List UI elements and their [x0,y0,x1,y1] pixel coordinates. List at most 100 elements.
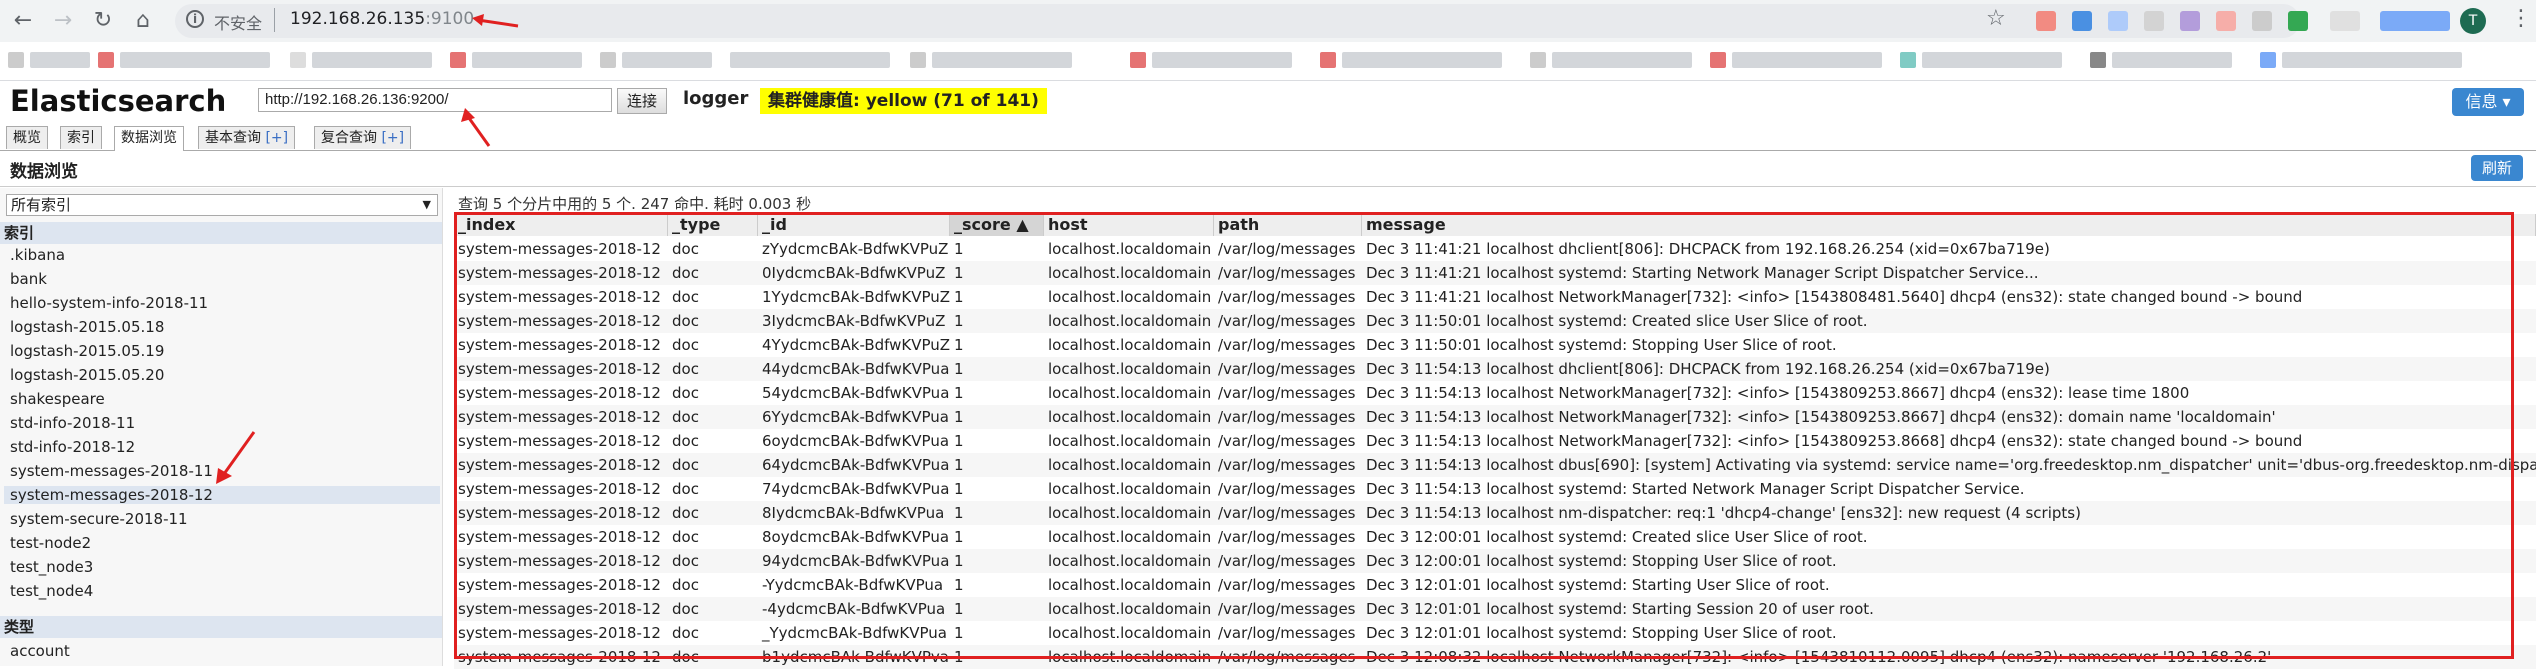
bookmark-item[interactable] [472,52,582,68]
bookmark-item[interactable] [30,52,90,68]
tab-add-icon[interactable]: [+] [381,130,404,146]
tab-data-browse[interactable]: 数据浏览 [114,126,184,151]
column-header-index[interactable]: _index [454,214,668,236]
table-row[interactable]: system-messages-2018-12 doc -4ydcmcBAk-Bdf… [454,597,2536,621]
index-item[interactable]: std-info-2018-11 [10,414,135,432]
index-item[interactable]: logstash-2015.05.18 [10,318,164,336]
column-header-message[interactable]: message [1362,214,2536,236]
table-row[interactable]: system-messages-2018-12 doc 4YydcmcBAk-Bdf… [454,333,2536,357]
tab-compound-query[interactable]: 复合查询 [+] [314,126,412,149]
bookmark-icon[interactable] [2090,52,2106,68]
table-row[interactable]: system-messages-2018-12 doc zYydcmcBAk-Bdf… [454,237,2536,261]
bookmark-icon[interactable] [1320,52,1336,68]
bookmark-icon[interactable] [1710,52,1726,68]
more-menu-icon[interactable]: ⋮ [2510,6,2532,31]
index-item[interactable]: test-node2 [10,534,91,552]
table-row[interactable]: system-messages-2018-12 doc 44ydcmcBAk-Bdf… [454,357,2536,381]
table-row[interactable]: system-messages-2018-12 doc 74ydcmcBAk-Bdf… [454,477,2536,501]
info-dropdown-button[interactable]: 信息 ▾ [2452,88,2524,116]
index-item[interactable]: logstash-2015.05.20 [10,366,164,384]
table-row[interactable]: system-messages-2018-12 doc 3IydcmcBAk-Bdf… [454,309,2536,333]
table-row[interactable]: system-messages-2018-12 doc 6YydcmcBAk-Bdf… [454,405,2536,429]
back-icon[interactable]: ← [8,6,38,36]
bookmark-item[interactable] [120,52,270,68]
column-header-score[interactable]: _score ▲ [950,214,1044,236]
extension-icon[interactable] [2108,11,2128,31]
index-item[interactable]: .kibana [10,246,65,264]
bookmark-icon[interactable] [600,52,616,68]
column-header-id[interactable]: _id [758,214,950,236]
bookmark-icon[interactable] [2260,52,2276,68]
table-row[interactable]: system-messages-2018-12 doc b1ydcmcBAk-Bdf… [454,645,2536,669]
bookmark-item[interactable] [312,52,432,68]
bookmark-icon[interactable] [910,52,926,68]
home-icon[interactable]: ⌂ [128,6,158,36]
table-row[interactable]: system-messages-2018-12 doc 8oydcmcBAk-Bdf… [454,525,2536,549]
index-item[interactable]: system-messages-2018-11 [10,462,213,480]
index-item[interactable]: test_node4 [10,582,93,600]
table-row[interactable]: system-messages-2018-12 doc 1YydcmcBAk-Bdf… [454,285,2536,309]
tab-indices[interactable]: 索引 [60,126,102,149]
bookmark-icon[interactable] [1530,52,1546,68]
column-header-host[interactable]: host [1044,214,1214,236]
bookmark-icon[interactable] [1130,52,1146,68]
bookmark-item[interactable] [1922,52,2062,68]
index-item[interactable]: system-secure-2018-11 [10,510,188,528]
profile-avatar[interactable]: T [2460,8,2486,34]
bookmark-icon[interactable] [8,52,24,68]
extension-icon[interactable] [2072,11,2092,31]
star-icon[interactable]: ☆ [1986,6,2006,31]
table-row[interactable]: system-messages-2018-12 doc 54ydcmcBAk-Bdf… [454,381,2536,405]
refresh-button[interactable]: 刷新 [2471,155,2523,181]
forward-icon[interactable]: → [48,6,78,36]
url-text[interactable]: 192.168.26.135:9100 [290,9,474,29]
extension-icon[interactable] [2216,11,2236,31]
bookmark-icon[interactable] [1900,52,1916,68]
bookmark-item[interactable] [1552,52,1692,68]
extension-icon[interactable] [2252,11,2272,31]
extension-icon[interactable] [2144,11,2164,31]
index-item[interactable]: hello-system-info-2018-11 [10,294,208,312]
cluster-url-input[interactable]: http://192.168.26.136:9200/ [258,88,612,112]
extension-icon[interactable] [2380,11,2450,31]
bookmark-icon[interactable] [98,52,114,68]
table-row[interactable]: system-messages-2018-12 doc 8IydcmcBAk-Bdf… [454,501,2536,525]
reload-icon[interactable]: ↻ [88,6,118,36]
index-item[interactable]: logstash-2015.05.19 [10,342,164,360]
index-select[interactable]: 所有索引 ▼ [6,194,438,216]
connect-button[interactable]: 连接 [617,88,667,114]
bookmark-item[interactable] [2112,52,2232,68]
extension-icon[interactable] [2288,11,2308,31]
column-header-type[interactable]: _type [668,214,758,236]
table-row[interactable]: system-messages-2018-12 doc 94ydcmcBAk-Bdf… [454,549,2536,573]
extension-icon[interactable] [2180,11,2200,31]
table-row[interactable]: system-messages-2018-12 doc 6oydcmcBAk-Bdf… [454,429,2536,453]
bookmark-item[interactable] [622,52,712,68]
extension-icon[interactable] [2036,11,2056,31]
bookmark-item[interactable] [1152,52,1292,68]
tab-overview[interactable]: 概览 [6,126,48,149]
tab-add-icon[interactable]: [+] [265,130,288,146]
index-item[interactable]: bank [10,270,47,288]
bookmark-icon[interactable] [450,52,466,68]
table-row[interactable]: system-messages-2018-12 doc -YydcmcBAk-Bdf… [454,573,2536,597]
bookmark-item[interactable] [1732,52,1882,68]
index-item[interactable]: system-messages-2018-12 [4,486,440,504]
extension-icon[interactable] [2330,11,2360,31]
index-item[interactable]: test_node3 [10,558,93,576]
table-row[interactable]: system-messages-2018-12 doc 0IydcmcBAk-Bdf… [454,261,2536,285]
index-item[interactable]: shakespeare [10,390,105,408]
table-row[interactable]: system-messages-2018-12 doc _YydcmcBAk-Bdf… [454,621,2536,645]
type-item[interactable]: account [10,642,70,660]
bookmark-item[interactable] [1342,52,1502,68]
table-cell: system-messages-2018-12 [458,480,661,498]
index-item[interactable]: std-info-2018-12 [10,438,135,456]
bookmark-item[interactable] [932,52,1072,68]
bookmark-item[interactable] [730,52,890,68]
bookmark-icon[interactable] [290,52,306,68]
column-header-path[interactable]: path [1214,214,1362,236]
tab-basic-query[interactable]: 基本查询 [+] [198,126,296,149]
info-icon[interactable]: i [186,10,204,28]
table-row[interactable]: system-messages-2018-12 doc 64ydcmcBAk-Bdf… [454,453,2536,477]
bookmark-item[interactable] [2282,52,2462,68]
